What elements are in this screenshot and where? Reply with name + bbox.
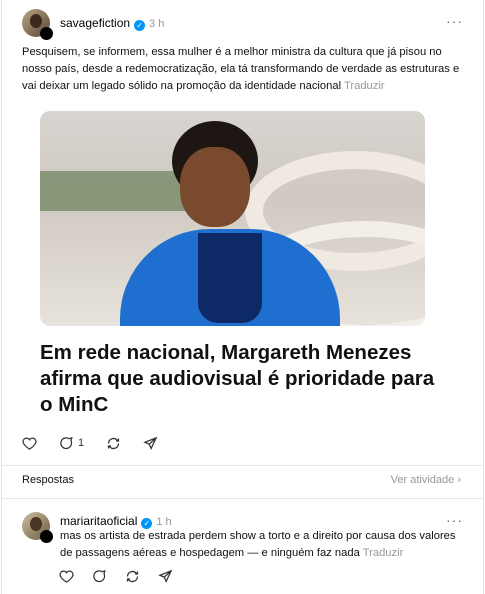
reply-text: mas os artista de estrada perdem show a … — [60, 528, 470, 562]
thread-frame: + savagefiction ✓ 3 h ··· Pesquisem, se in… — [1, 0, 484, 594]
post-body: Pesquisem, se informem, essa mulher é a … — [22, 46, 460, 92]
verified-icon: ✓ — [134, 20, 146, 31]
portrait-image — [120, 121, 340, 326]
follow-plus-icon[interactable]: + — [40, 530, 53, 543]
view-activity-link[interactable]: Ver atividade › — [391, 474, 461, 486]
heart-icon — [59, 570, 74, 583]
follow-plus-icon[interactable]: + — [40, 27, 53, 40]
reply-time: 1 h — [156, 516, 172, 528]
share-icon — [143, 436, 158, 450]
repost-button[interactable] — [106, 436, 121, 451]
replies-label: Respostas — [22, 474, 74, 486]
translate-link[interactable]: Traduzir — [363, 547, 404, 559]
share-button[interactable] — [143, 436, 158, 451]
more-icon[interactable]: ··· — [446, 13, 463, 29]
repost-icon — [108, 437, 120, 449]
post-header: + savagefiction ✓ 3 h ··· — [22, 9, 463, 40]
link-card-image[interactable] — [40, 111, 425, 326]
reply-actions — [59, 569, 191, 584]
link-card-headline[interactable]: Em rede nacional, Margareth Menezes afir… — [40, 340, 440, 418]
comment-button[interactable] — [92, 569, 107, 584]
post-avatar[interactable]: + — [22, 9, 53, 40]
more-icon[interactable]: ··· — [446, 512, 463, 528]
comment-button[interactable]: 1 — [59, 436, 84, 451]
post-username-row: savagefiction ✓ 3 h — [60, 16, 164, 31]
reply-username[interactable]: mariaritaoficial — [60, 514, 137, 528]
like-button[interactable] — [22, 436, 37, 451]
reply-avatar[interactable]: + — [22, 512, 53, 543]
divider — [2, 498, 483, 499]
chevron-right-icon: › — [457, 474, 461, 486]
comment-icon — [60, 436, 73, 449]
post-username[interactable]: savagefiction — [60, 16, 130, 30]
comment-icon — [93, 569, 106, 583]
share-button[interactable] — [158, 569, 173, 584]
post-text: Pesquisem, se informem, essa mulher é a … — [22, 44, 467, 95]
view-activity-label: Ver atividade — [390, 474, 455, 486]
share-icon — [158, 569, 173, 584]
reply-count: 1 — [78, 437, 85, 449]
repost-button[interactable] — [125, 569, 140, 584]
translate-link[interactable]: Traduzir — [344, 80, 385, 92]
repost-icon — [126, 570, 139, 583]
post-time: 3 h — [149, 18, 165, 30]
post-actions: 1 — [22, 434, 180, 452]
heart-icon — [22, 437, 37, 450]
reply-username-row: mariaritaoficial ✓ 1 h — [60, 514, 172, 529]
divider — [2, 465, 483, 466]
like-button[interactable] — [59, 569, 74, 584]
